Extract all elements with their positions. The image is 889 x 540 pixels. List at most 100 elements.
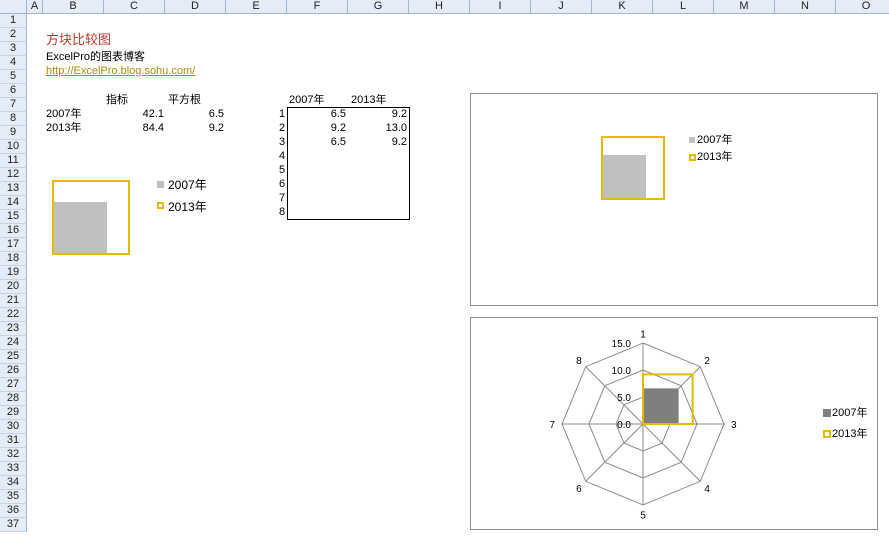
radar-category-label: 4 [704, 484, 710, 495]
legend-swatch-2007 [823, 409, 831, 417]
radar-category-label: 3 [731, 420, 737, 431]
table2-head-2013: 2013年 [351, 94, 387, 106]
legend-label-2007: 2007年 [168, 178, 207, 192]
row-header[interactable]: 14 [0, 196, 27, 210]
row-header[interactable]: 12 [0, 168, 27, 182]
table2-index: 2 [279, 122, 286, 134]
row-header[interactable]: 37 [0, 518, 27, 532]
blog-link[interactable]: http://ExcelPro.blog.sohu.com/ [46, 64, 195, 78]
row-header[interactable]: 19 [0, 266, 27, 280]
table2-value-2007: 9.2 [330, 122, 346, 134]
column-header[interactable]: H [409, 0, 470, 14]
radar-spoke [585, 423, 644, 482]
legend-label-2013: 2013年 [168, 200, 207, 214]
radar-svg: 0.0 5.0 10.0 15.0 1 2 3 4 5 6 7 8 [549, 329, 737, 522]
column-header[interactable]: A [27, 0, 43, 14]
row-header[interactable]: 1 [0, 14, 27, 28]
radar-tick-label: 5.0 [617, 393, 631, 404]
row-header[interactable]: 32 [0, 448, 27, 462]
row-header[interactable]: 20 [0, 280, 27, 294]
row-header[interactable]: 5 [0, 70, 27, 84]
row-header[interactable]: 25 [0, 350, 27, 364]
radar-category-label: 7 [549, 420, 555, 431]
column-header[interactable]: M [714, 0, 775, 14]
select-all-corner[interactable] [0, 0, 27, 14]
legend-swatch-2013 [823, 430, 831, 438]
table2-value-2013: 13.0 [385, 122, 407, 134]
row-header[interactable]: 21 [0, 294, 27, 308]
radar-tick-label: 10.0 [612, 366, 632, 377]
row-header[interactable]: 11 [0, 154, 27, 168]
table1-sqrt: 9.2 [208, 122, 224, 134]
column-header[interactable]: C [104, 0, 165, 14]
row-header[interactable]: 34 [0, 476, 27, 490]
radar-category-label: 6 [576, 484, 582, 495]
column-header[interactable]: G [348, 0, 409, 14]
row-header[interactable]: 36 [0, 504, 27, 518]
row-header[interactable]: 3 [0, 42, 27, 56]
table1-metric: 84.4 [142, 122, 164, 134]
column-header[interactable]: D [165, 0, 226, 14]
column-header[interactable]: E [226, 0, 287, 14]
row-header[interactable]: 15 [0, 210, 27, 224]
row-header[interactable]: 16 [0, 224, 27, 238]
row-header[interactable]: 30 [0, 420, 27, 434]
square-2013 [52, 180, 130, 255]
row-header[interactable]: 6 [0, 84, 27, 98]
table2-head-2007: 2007年 [289, 94, 325, 106]
row-header[interactable]: 28 [0, 392, 27, 406]
radar-category-label: 5 [640, 511, 646, 522]
row-header[interactable]: 23 [0, 322, 27, 336]
table2-value-2007: 6.5 [330, 136, 346, 148]
column-header[interactable]: L [653, 0, 714, 14]
radar-category-label: 1 [640, 329, 646, 340]
row-header[interactable]: 13 [0, 182, 27, 196]
table2-index: 8 [279, 206, 286, 218]
table2-index: 7 [279, 192, 286, 204]
column-header[interactable]: K [592, 0, 653, 14]
column-header[interactable]: O [836, 0, 889, 14]
row-header[interactable]: 17 [0, 238, 27, 252]
radar-spoke [642, 423, 701, 482]
radar-chart[interactable]: 0.0 5.0 10.0 15.0 1 2 3 4 5 6 7 8 2007年 2013年 [470, 317, 878, 530]
sheet-subtitle: ExcelPro的图表博客 [46, 51, 146, 63]
column-header[interactable]: J [531, 0, 592, 14]
column-header[interactable]: B [43, 0, 104, 14]
table2-index: 5 [279, 164, 286, 176]
legend-label-2007: 2007年 [697, 134, 733, 146]
square-chart-top[interactable]: 2007年 2013年 [470, 93, 878, 306]
row-header[interactable]: 35 [0, 490, 27, 504]
row-header[interactable]: 26 [0, 364, 27, 378]
table1-label: 2007年 [46, 108, 82, 120]
column-header[interactable]: F [287, 0, 348, 14]
radar-tick-label: 15.0 [612, 339, 632, 350]
column-header[interactable]: I [470, 0, 531, 14]
legend-swatch-2013 [689, 154, 696, 161]
table1-head-metric: 指标 [106, 94, 128, 106]
row-header[interactable]: 2 [0, 28, 27, 42]
table1-sqrt: 6.5 [208, 108, 224, 120]
row-header[interactable]: 22 [0, 308, 27, 322]
row-header[interactable]: 10 [0, 140, 27, 154]
table2-index: 4 [279, 150, 286, 162]
row-header[interactable]: 7 [0, 98, 27, 112]
row-header[interactable]: 4 [0, 56, 27, 70]
row-header[interactable]: 18 [0, 252, 27, 266]
radar-category-label: 2 [704, 356, 710, 367]
row-header[interactable]: 8 [0, 112, 27, 126]
table2-index: 6 [279, 178, 286, 190]
row-header[interactable]: 31 [0, 434, 27, 448]
radar-series-2007 [642, 388, 679, 425]
table2-value-2013: 9.2 [391, 108, 407, 120]
row-header[interactable]: 24 [0, 336, 27, 350]
row-header[interactable]: 29 [0, 406, 27, 420]
sheet-title: 方块比较图 [46, 32, 112, 47]
row-header[interactable]: 33 [0, 462, 27, 476]
table2-index: 1 [279, 108, 286, 120]
legend-label-2013: 2013年 [697, 151, 733, 163]
table2-value-2007: 6.5 [330, 108, 346, 120]
row-header[interactable]: 27 [0, 378, 27, 392]
column-header[interactable]: N [775, 0, 836, 14]
radar-tick-label: 0.0 [617, 420, 631, 431]
row-header[interactable]: 9 [0, 126, 27, 140]
